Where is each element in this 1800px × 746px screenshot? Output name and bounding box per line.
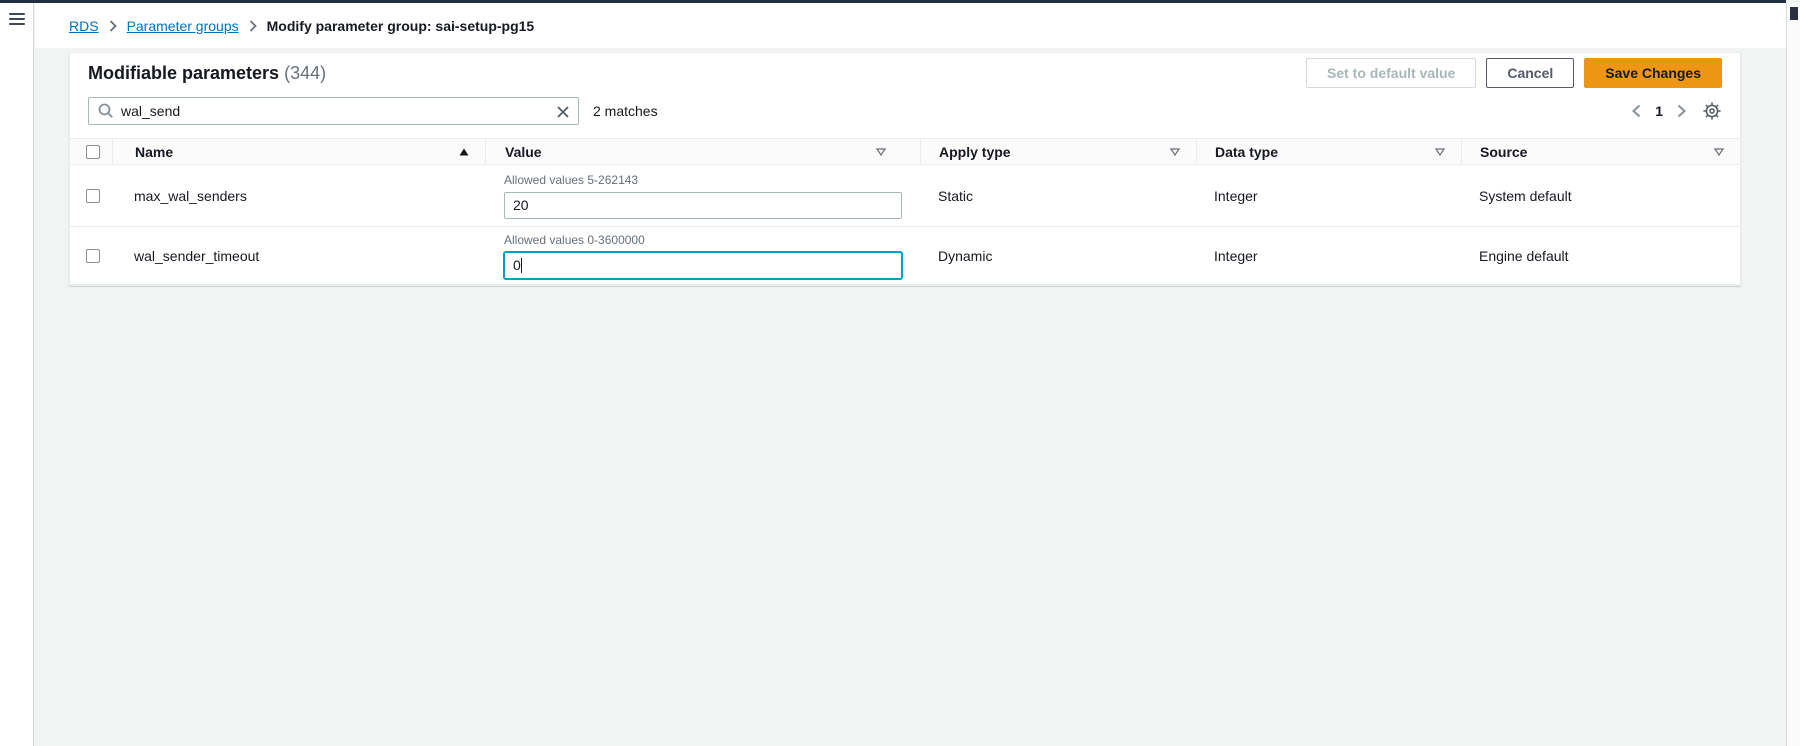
row-checkbox[interactable] — [86, 249, 100, 263]
filter-icon[interactable] — [1435, 148, 1445, 156]
breadcrumb-link-parameter-groups[interactable]: Parameter groups — [127, 18, 239, 34]
sort-ascending-icon[interactable] — [459, 148, 469, 156]
source: Engine default — [1461, 248, 1740, 264]
search-input[interactable] — [88, 97, 579, 125]
breadcrumb-current: Modify parameter group: sai-setup-pg15 — [267, 18, 535, 34]
search-box — [88, 97, 579, 125]
chevron-right-icon — [109, 20, 117, 32]
previous-page-icon[interactable] — [1632, 104, 1641, 118]
main-area: RDS Parameter groups Modify parameter gr… — [35, 3, 1786, 286]
parameter-name: wal_sender_timeout — [112, 227, 485, 284]
column-label: Apply type — [939, 144, 1011, 160]
source: System default — [1461, 188, 1740, 204]
top-edge-bar — [0, 0, 1786, 3]
clear-search-icon[interactable] — [557, 105, 569, 123]
data-type: Integer — [1196, 188, 1461, 204]
row-select-cell — [70, 227, 112, 284]
action-buttons: Set to default value Cancel Save Changes — [1306, 58, 1722, 88]
left-rail — [0, 3, 34, 746]
parameter-value-input[interactable] — [504, 192, 902, 219]
filter-icon[interactable] — [876, 148, 886, 156]
column-label: Value — [505, 144, 542, 160]
select-all-checkbox[interactable] — [86, 145, 100, 159]
content: Modifiable parameters (344) Set to defau… — [35, 48, 1786, 286]
current-page[interactable]: 1 — [1655, 103, 1663, 119]
row-checkbox[interactable] — [86, 189, 100, 203]
chevron-right-icon — [249, 20, 257, 32]
breadcrumb: RDS Parameter groups Modify parameter gr… — [35, 3, 1786, 48]
filter-icon[interactable] — [1714, 148, 1724, 156]
next-page-icon[interactable] — [1677, 104, 1686, 118]
title-text: Modifiable parameters — [88, 63, 279, 83]
settings-gear-icon[interactable] — [1702, 101, 1722, 121]
page-title: Modifiable parameters (344) — [88, 63, 326, 84]
row-select-cell — [70, 165, 112, 226]
card-header: Modifiable parameters (344) Set to defau… — [70, 53, 1740, 97]
column-header-data-type[interactable]: Data type — [1196, 139, 1461, 164]
column-header-apply-type[interactable]: Apply type — [920, 139, 1196, 164]
filter-icon[interactable] — [1170, 148, 1180, 156]
save-changes-button[interactable]: Save Changes — [1584, 58, 1722, 88]
apply-type: Dynamic — [920, 248, 1196, 264]
parameter-name: max_wal_senders — [112, 165, 485, 226]
allowed-values-hint: Allowed values 5-262143 — [504, 173, 902, 187]
column-label: Name — [135, 144, 173, 160]
match-count: 2 matches — [593, 103, 658, 119]
column-header-source[interactable]: Source — [1461, 139, 1740, 164]
column-label: Source — [1480, 144, 1527, 160]
value-cell: Allowed values 0-3600000 — [485, 233, 920, 279]
apply-type: Static — [920, 188, 1196, 204]
breadcrumb-link-rds[interactable]: RDS — [69, 18, 99, 34]
column-header-value[interactable]: Value — [485, 139, 920, 164]
menu-icon[interactable] — [9, 13, 25, 25]
allowed-values-hint: Allowed values 0-3600000 — [504, 233, 902, 247]
scrollbar-thumb[interactable] — [1790, 7, 1798, 20]
modifiable-parameters-card: Modifiable parameters (344) Set to defau… — [69, 52, 1741, 286]
parameter-count: (344) — [284, 63, 326, 83]
scrollbar-track[interactable] — [1786, 3, 1800, 746]
table-row: wal_sender_timeout Allowed values 0-3600… — [70, 227, 1740, 285]
pagination: 1 — [1632, 103, 1686, 119]
text-cursor — [521, 258, 522, 273]
column-header-name[interactable]: Name — [112, 139, 485, 164]
search-icon — [98, 103, 114, 124]
set-to-default-button[interactable]: Set to default value — [1306, 58, 1476, 88]
parameter-value-input[interactable] — [504, 252, 902, 279]
data-type: Integer — [1196, 248, 1461, 264]
select-all-cell — [70, 139, 112, 164]
cancel-button[interactable]: Cancel — [1486, 58, 1574, 88]
table-toolbar: 2 matches 1 — [70, 97, 1740, 138]
value-cell: Allowed values 5-262143 — [485, 173, 920, 219]
column-label: Data type — [1215, 144, 1278, 160]
table-header: Name Value Apply type — [70, 138, 1740, 165]
table-row: max_wal_senders Allowed values 5-262143 … — [70, 165, 1740, 227]
